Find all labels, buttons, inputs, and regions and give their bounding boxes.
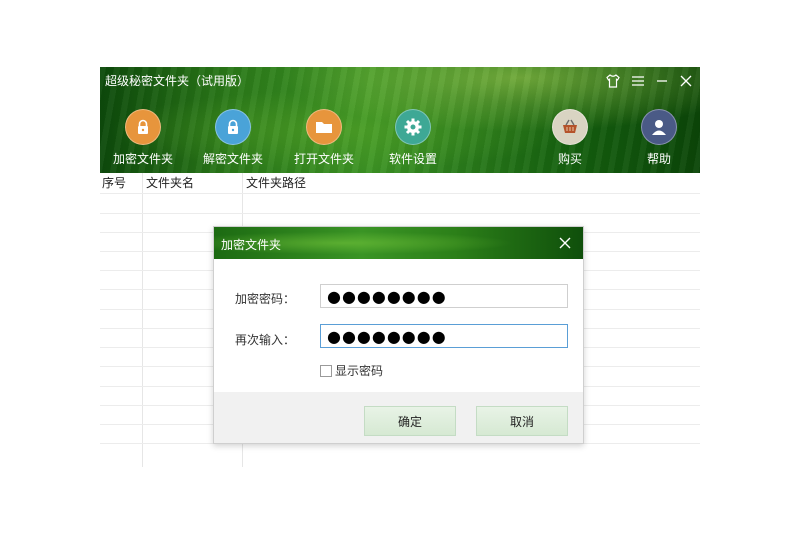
dialog-close-icon[interactable] [555,233,575,253]
dialog-title-bar: 加密文件夹 [214,227,583,259]
table-row [100,213,700,214]
dialog-title: 加密文件夹 [221,238,282,252]
column-header-folder-path: 文件夹路径 [246,176,307,190]
decrypt-folder-button[interactable]: 解密文件夹 [198,109,268,167]
cancel-button[interactable]: 取消 [476,406,568,436]
minimize-icon[interactable] [651,70,673,92]
user-icon [641,109,677,145]
settings-label: 软件设置 [388,152,437,166]
settings-button[interactable]: 软件设置 [378,109,448,167]
help-label: 帮助 [646,152,671,166]
basket-icon [552,109,588,145]
skin-icon[interactable] [602,70,624,92]
table-row [100,193,700,194]
gear-icon [395,109,431,145]
column-divider [142,173,143,467]
encrypt-folder-dialog: 加密文件夹 加密密码： 再次输入： 显示密码 确定 取消 [213,226,584,444]
show-password-toggle[interactable]: 显示密码 [320,362,383,379]
encrypt-folder-label: 加密文件夹 [112,152,173,166]
ok-button[interactable]: 确定 [364,406,456,436]
show-password-checkbox[interactable] [320,364,332,377]
confirm-password-field[interactable] [320,324,568,348]
app-title: 超级秘密文件夹（试用版） [105,74,250,88]
folder-icon [306,109,342,145]
dialog-footer: 确定 取消 [214,392,583,443]
column-header-index: 序号 [102,176,127,190]
unlock-icon [215,109,251,145]
show-password-label: 显示密码 [335,364,384,378]
open-folder-button[interactable]: 打开文件夹 [289,109,359,167]
encrypt-folder-button[interactable]: 加密文件夹 [108,109,178,167]
confirm-password-label: 再次输入： [235,333,296,347]
column-header-folder-name: 文件夹名 [146,176,195,190]
decrypt-folder-label: 解密文件夹 [202,152,263,166]
lock-icon [125,109,161,145]
menu-icon[interactable] [627,70,649,92]
close-icon[interactable] [675,70,697,92]
help-button[interactable]: 帮助 [624,109,694,167]
header-bar: 超级秘密文件夹（试用版） 加密文件夹 解密文件夹 打开文件夹 软件设置 购买 帮… [100,67,700,173]
open-folder-label: 打开文件夹 [293,152,354,166]
buy-button[interactable]: 购买 [535,109,605,167]
password-label: 加密密码： [235,292,296,306]
password-field[interactable] [320,284,568,308]
buy-label: 购买 [557,152,582,166]
